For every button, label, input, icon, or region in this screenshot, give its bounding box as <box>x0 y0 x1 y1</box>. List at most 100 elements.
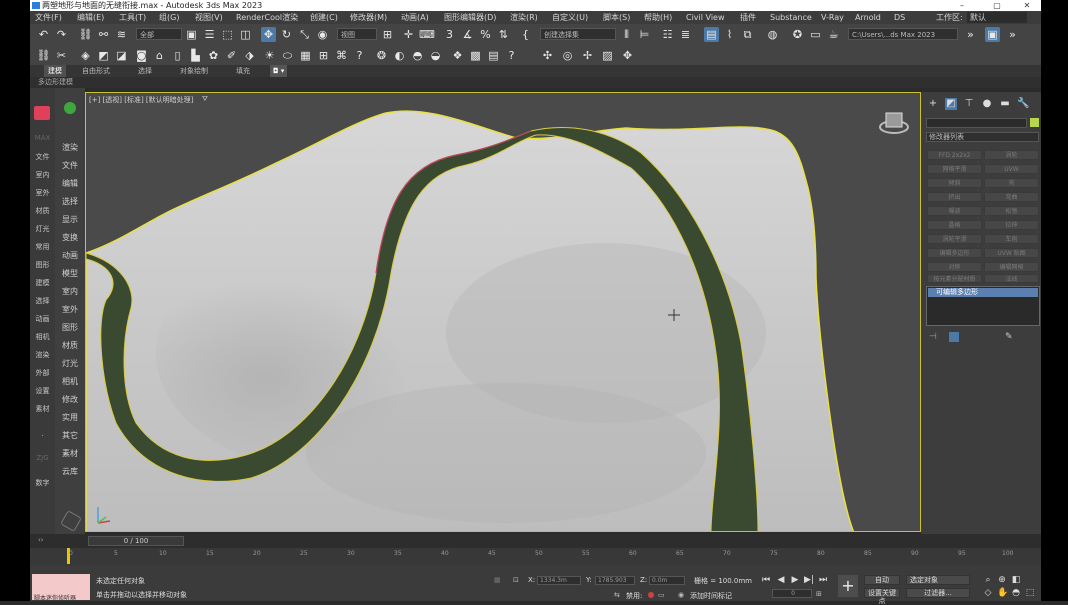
strip1-item-7[interactable]: 图形 <box>30 260 55 270</box>
y-coord-field[interactable]: 1785.903 <box>595 576 635 585</box>
polygon-modeling-label[interactable]: 多边形建模 <box>38 77 73 88</box>
mod-btn-1[interactable]: 涡轮 <box>984 150 1039 160</box>
help-icon[interactable]: ? <box>352 48 367 63</box>
selection-filter-dropdown[interactable]: 全部 <box>136 28 182 40</box>
rendered-frame-window-icon[interactable]: ▭ <box>808 27 823 42</box>
modify-tab-icon[interactable]: ◩ <box>945 98 957 110</box>
select-by-name-icon[interactable]: ☰ <box>202 27 217 42</box>
workspace-dropdown[interactable]: 默认 <box>967 12 1027 23</box>
menu-create[interactable]: 创建(C) <box>310 11 338 24</box>
menu-tools[interactable]: 工具(T) <box>119 11 146 24</box>
terrain-scene[interactable] <box>86 93 921 532</box>
ribbon-options-icon[interactable]: ◘ ▾ <box>270 65 288 77</box>
pan-icon[interactable]: ✋ <box>997 588 1008 598</box>
bulb-icon[interactable]: ☀ <box>262 48 277 63</box>
strip2-item-4[interactable]: 显示 <box>55 214 85 225</box>
mod-btn-7[interactable]: 弯曲 <box>984 192 1039 202</box>
unlink-tool-icon[interactable]: ✂ <box>54 48 69 63</box>
next-frame-icon[interactable]: ▶| <box>804 575 814 585</box>
toggle-scene-explorer-icon[interactable]: ☷ <box>660 27 675 42</box>
strip1-item-8[interactable]: 建模 <box>30 278 55 288</box>
atlas-icon[interactable]: ▤ <box>486 48 501 63</box>
select-object-icon[interactable]: ▣ <box>184 27 199 42</box>
blob-icon[interactable]: ⬭ <box>280 48 295 63</box>
prev-frame-icon[interactable]: ◀ <box>776 575 786 585</box>
menu-plugins[interactable]: 插件 <box>740 11 756 24</box>
isolate-icon[interactable]: ⇆ <box>614 591 620 599</box>
strip1-item-12[interactable]: 渲染 <box>30 350 55 360</box>
strip2-item-17[interactable]: 素材 <box>55 448 85 459</box>
strip1-item-18[interactable]: 数字 <box>30 478 55 488</box>
maxscript-listener[interactable]: 脚本迷你侦听器 <box>32 574 90 602</box>
select-move-icon[interactable]: ✥ <box>261 27 276 42</box>
strip2-item-11[interactable]: 材质 <box>55 340 85 351</box>
chamfer-icon[interactable]: ◪ <box>114 48 129 63</box>
angle-snap-icon[interactable]: ∡ <box>460 27 475 42</box>
strip1-item-4[interactable]: 材质 <box>30 206 55 216</box>
snap-grid-icon[interactable]: ✥ <box>620 48 635 63</box>
menu-file[interactable]: 文件(F) <box>35 11 62 24</box>
strip2-item-18[interactable]: 云库 <box>55 466 85 477</box>
stairs-icon[interactable]: ▙ <box>188 48 203 63</box>
set-key-button[interactable]: 设置关键点 <box>864 588 900 605</box>
menu-edit[interactable]: 编辑(E) <box>77 11 104 24</box>
snap-axis-icon[interactable]: ✢ <box>580 48 595 63</box>
menu-animation[interactable]: 动画(A) <box>401 11 429 24</box>
strip1-item-5[interactable]: 灯光 <box>30 224 55 234</box>
select-scale-icon[interactable]: ⤡ <box>297 27 312 42</box>
viewport-label[interactable]: [+] [透视] [标准] [默认明暗处理] <box>89 95 193 105</box>
play-icon[interactable]: ▶ <box>790 575 800 585</box>
fov-icon[interactable]: ◇ <box>983 588 993 598</box>
render-setup-icon[interactable]: ✪ <box>790 27 805 42</box>
flow-icon[interactable]: ◒ <box>428 48 443 63</box>
strip2-item-6[interactable]: 动画 <box>55 250 85 261</box>
light-icon[interactable]: ⌂ <box>152 48 167 63</box>
track-bar[interactable]: 0 5 10 15 20 25 30 35 40 45 50 55 60 65 … <box>30 548 1041 566</box>
strip2-item-14[interactable]: 修改 <box>55 394 85 405</box>
menu-rendering[interactable]: 渲染(R) <box>510 11 538 24</box>
abs-mode-icon[interactable]: ⊡ <box>513 576 519 584</box>
menu-group[interactable]: 组(G) <box>159 11 179 24</box>
viewcube-icon[interactable] <box>879 112 909 134</box>
select-rotate-icon[interactable]: ↻ <box>279 27 294 42</box>
mod-btn-17[interactable]: 编辑网格 <box>984 262 1039 272</box>
object-paint-icon[interactable]: ✐ <box>224 48 239 63</box>
orbit-icon[interactable]: ◓ <box>1011 588 1021 598</box>
camera-icon[interactable]: ◙ <box>134 48 149 63</box>
strip1-item-9[interactable]: 选择 <box>30 296 55 306</box>
smooth-icon[interactable]: ◐ <box>392 48 407 63</box>
strip2-item-16[interactable]: 其它 <box>55 430 85 441</box>
plugin-icon[interactable]: ❖ <box>450 48 465 63</box>
menu-arnold[interactable]: Arnold <box>855 11 881 24</box>
tree-icon[interactable]: ✿ <box>206 48 221 63</box>
lock-selection-icon[interactable]: ▦ <box>494 576 501 584</box>
ribbon-tab-populate[interactable]: 填充 <box>236 65 250 77</box>
current-frame-field[interactable]: 0 <box>772 589 812 598</box>
create-key-button[interactable]: + <box>838 575 858 597</box>
pivot-center-icon[interactable]: ⊞ <box>380 27 395 42</box>
configure-sets-icon[interactable]: ✎ <box>1005 332 1015 342</box>
menu-substance[interactable]: Substance <box>770 11 812 24</box>
mod-btn-11[interactable]: 拉伸 <box>984 220 1039 230</box>
time-tag-icon[interactable]: ◉ <box>678 591 684 599</box>
modifier-list-dropdown[interactable]: 修改器列表 <box>926 132 1039 142</box>
mod-btn-5[interactable]: 壳 <box>984 178 1039 188</box>
undo-icon[interactable]: ↶ <box>36 27 51 42</box>
motion-tab-icon[interactable]: ● <box>981 98 993 110</box>
strip1-item-15[interactable]: 素材 <box>30 404 55 414</box>
rect-selection-icon[interactable]: ⬚ <box>220 27 235 42</box>
zoom-all-icon[interactable]: ⊕ <box>997 575 1007 585</box>
zoom-extents-icon[interactable]: ◧ <box>1011 575 1021 585</box>
keyboard-shortcut-icon[interactable]: ⌨ <box>419 27 435 42</box>
add-time-tag-label[interactable]: 添加时间标记 <box>690 591 732 601</box>
mod-btn-8[interactable]: 噪波 <box>927 206 982 216</box>
strip2-item-8[interactable]: 室内 <box>55 286 85 297</box>
strip1-item-14[interactable]: 设置 <box>30 386 55 396</box>
snap-move-icon[interactable]: ✣ <box>540 48 555 63</box>
info-icon[interactable]: ? <box>504 48 519 63</box>
strip1-item-1[interactable]: 文件 <box>30 152 55 162</box>
strip1-item-6[interactable]: 常用 <box>30 242 55 252</box>
key-filter-icon[interactable]: ▭ <box>658 591 665 599</box>
strip2-item-0[interactable]: 渲染 <box>55 142 85 153</box>
spinner-snap-icon[interactable]: ⇅ <box>496 27 511 42</box>
